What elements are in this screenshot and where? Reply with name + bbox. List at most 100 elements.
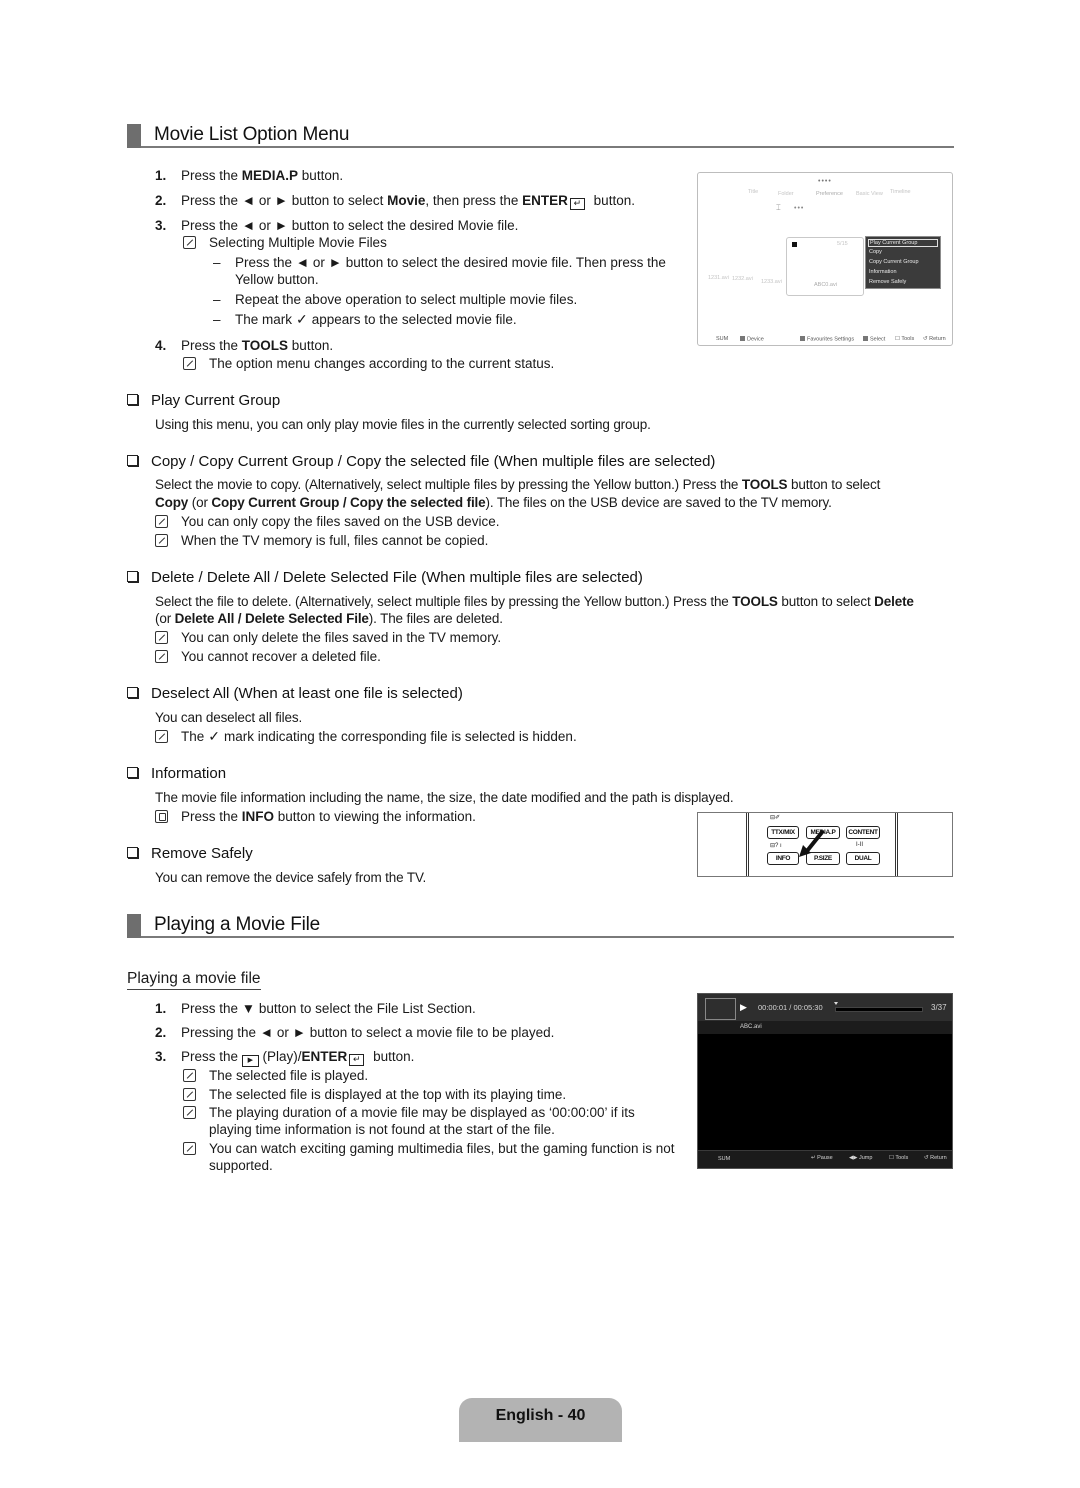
note-selecting-multiple: Selecting Multiple Movie Files	[183, 234, 387, 251]
heading-information: Information	[127, 765, 226, 783]
tools-button[interactable]: ☐ Tools	[895, 336, 914, 342]
tools-button[interactable]: ☐ Tools	[889, 1155, 908, 1161]
checkbox-bullet-icon	[127, 571, 138, 582]
note-icon	[155, 534, 168, 547]
rating-stars-small: •••	[794, 205, 805, 212]
step-2: 2. Press the ◄ or ► button to select Movi…	[155, 193, 635, 210]
dual-button[interactable]: DUAL	[846, 852, 880, 865]
favourites-settings-button[interactable]: Favourites Settings	[800, 335, 854, 342]
section-title: Playing a Movie File	[154, 914, 321, 935]
enter-icon: ↵	[569, 198, 585, 210]
playback-bottom-bar: SUM ↵ Pause ◀▶ Jump ☐ Tools ↺ Return	[698, 1150, 952, 1168]
checkbox-bullet-icon	[127, 847, 138, 858]
note-option-menu: The option menu changes according to the…	[183, 355, 554, 372]
checkmark-icon: ✓	[296, 311, 308, 327]
file-name: ABC0.avi	[814, 282, 837, 288]
menu-item-play-current-group[interactable]: Play Current Group	[868, 239, 938, 247]
note-icon	[155, 650, 168, 663]
dash-item-1-cont: Yellow button.	[235, 272, 319, 287]
pointer-arrow-icon	[799, 829, 825, 857]
menu-item-information[interactable]: Information	[869, 269, 897, 275]
red-square-icon	[740, 335, 745, 341]
paragraph: Using this menu, you can only play movie…	[155, 417, 651, 432]
play-button-icon: ▶	[241, 1055, 259, 1067]
tab-timeline[interactable]: Timeline	[890, 189, 911, 195]
play-step-1: 1. Press the ▼ button to select the File …	[155, 1001, 476, 1016]
heading-copy: Copy / Copy Current Group / Copy the sel…	[127, 453, 715, 471]
tools-icon: ☐	[889, 1155, 894, 1161]
note-continued: playing time information is not found at…	[209, 1122, 555, 1137]
section-marker	[127, 914, 141, 938]
progress-bar[interactable]	[834, 1002, 923, 1012]
tv-screen-movie-list: •••• Title Folder Preference Basic View …	[697, 172, 953, 346]
paragraph: Select the movie to copy. (Alternatively…	[155, 477, 881, 492]
paragraph: The movie file information including the…	[155, 790, 734, 805]
info-symbol: ⊟? ı	[770, 843, 782, 849]
playing-file-name: ABC.avi	[740, 1024, 762, 1030]
dual-symbol: I-II	[856, 842, 863, 848]
playing-time: 00:00:01 / 00:05:30	[758, 1003, 823, 1012]
step-3: 3. Press the ◄ or ► button to select the …	[155, 218, 519, 233]
tab-basic-view[interactable]: Basic View	[856, 191, 883, 197]
left-right-arrows-icon: ◀▶	[849, 1155, 858, 1161]
note-icon	[183, 1142, 196, 1155]
tab-preference[interactable]: Preference	[816, 191, 843, 197]
menu-item-remove-safely[interactable]: Remove Safely	[869, 279, 906, 285]
file-thumb-1[interactable]: 1231.avi	[708, 275, 729, 281]
device-button[interactable]: Device	[740, 335, 764, 342]
note: You can only copy the files saved on the…	[155, 513, 499, 530]
page-number-tab: English - 40	[459, 1398, 622, 1442]
section-header-playing-movie-file: Playing a Movie File	[127, 914, 954, 938]
note-icon	[155, 515, 168, 528]
enter-icon: ↵	[349, 1054, 365, 1066]
ttx-symbol: ⊟✐	[770, 815, 781, 821]
file-thumb-2[interactable]: 1232.avi	[732, 276, 753, 282]
return-button[interactable]: ↺ Return	[924, 1155, 947, 1161]
paragraph: You can remove the device safely from th…	[155, 870, 427, 885]
step-1: 1. Press the MEDIA.P button.	[155, 168, 344, 183]
note-icon	[183, 1106, 196, 1119]
checkmark-icon: ✓	[208, 728, 220, 744]
paragraph: Copy (or Copy Current Group / Copy the s…	[155, 495, 832, 510]
note-continued: supported.	[209, 1158, 273, 1173]
note-icon	[155, 631, 168, 644]
paragraph: You can deselect all files.	[155, 710, 303, 725]
step-4: 4. Press the TOOLS button.	[155, 338, 334, 353]
tab-title[interactable]: Title	[748, 189, 758, 195]
selection-square-icon	[792, 242, 797, 247]
jump-button[interactable]: ◀▶ Jump	[849, 1155, 872, 1161]
file-thumb-3[interactable]: 1233.avi	[761, 279, 782, 285]
ttx-mix-button[interactable]: TTX/MIX	[767, 826, 799, 839]
content-button[interactable]: CONTENT	[846, 826, 880, 839]
remote-arc	[767, 812, 815, 813]
paragraph: Select the file to delete. (Alternativel…	[155, 594, 914, 609]
progress-marker[interactable]	[834, 1002, 839, 1005]
note: The ✓ mark indicating the corresponding fi…	[155, 728, 577, 745]
select-button[interactable]: Select	[863, 335, 885, 342]
section-header-movie-list-option-menu: Movie List Option Menu	[127, 124, 954, 148]
sort-cursor-icon: ⌶	[776, 203, 781, 212]
tab-folder[interactable]: Folder	[778, 191, 794, 197]
pause-button[interactable]: ↵ Pause	[811, 1155, 833, 1161]
return-icon: ↺	[924, 1155, 929, 1161]
note-info: Press the INFO button to viewing the inf…	[155, 808, 476, 825]
info-button[interactable]: INFO	[767, 852, 799, 865]
dash-item-2: – Repeat the above operation to select mu…	[213, 292, 578, 307]
menu-item-copy-current-group[interactable]: Copy Current Group	[869, 259, 919, 265]
note: You can only delete the files saved in t…	[155, 629, 501, 646]
enter-icon: ↵	[811, 1155, 816, 1161]
tools-icon: ☐	[895, 336, 900, 342]
checkbox-bullet-icon	[127, 455, 138, 466]
subtitle-playing-a-movie-file: Playing a movie file	[127, 970, 261, 990]
return-button[interactable]: ↺ Return	[923, 336, 946, 342]
selected-file-card[interactable]: 5/15 ABC0.avi	[786, 237, 864, 296]
note-icon	[155, 730, 168, 743]
note: When the TV memory is full, files cannot…	[155, 532, 488, 549]
file-counter: 3/37	[931, 1003, 947, 1012]
menu-item-copy[interactable]: Copy	[869, 249, 882, 255]
note: You can watch exciting gaming multimedia…	[183, 1140, 675, 1157]
note: The selected file is displayed at the to…	[183, 1086, 566, 1103]
paragraph: (or Delete All / Delete Selected File). …	[155, 611, 503, 626]
play-step-3: 3. Press the ▶ (Play)/ENTER ↵ button.	[155, 1048, 414, 1067]
note: The selected file is played.	[183, 1067, 368, 1084]
